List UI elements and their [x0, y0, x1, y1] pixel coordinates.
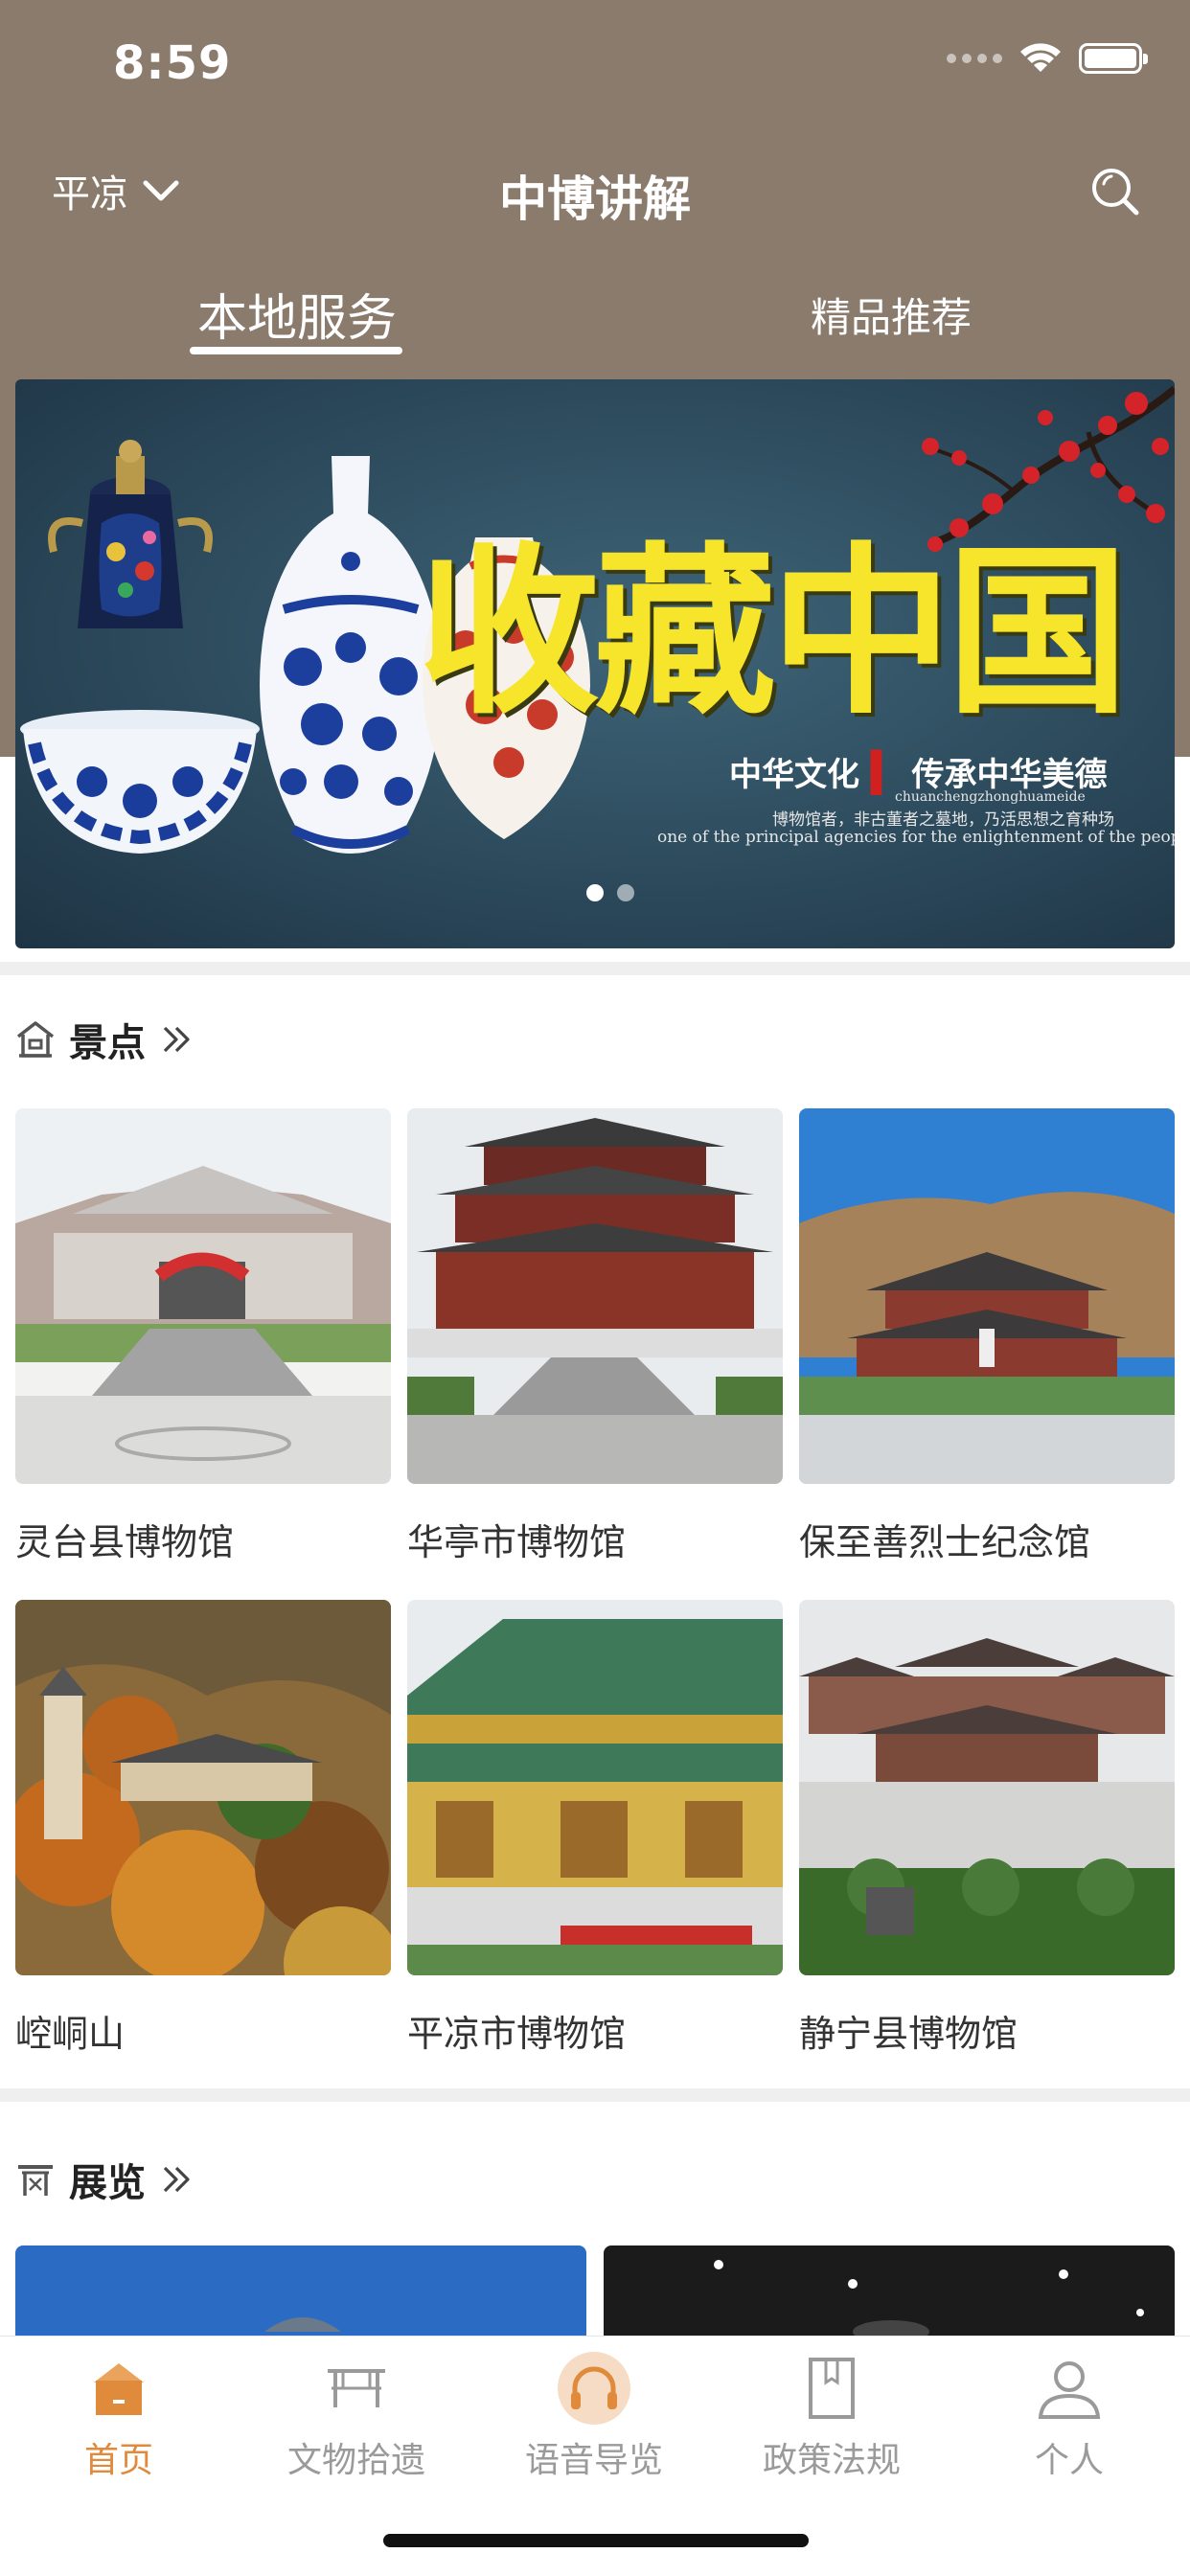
carousel-dot[interactable] [617, 884, 634, 901]
scenic-photo [799, 1108, 1175, 1484]
gate-icon [18, 2165, 53, 2196]
scenic-name: 华亭市博物馆 [407, 1521, 627, 1563]
scenic-section-header[interactable]: 景点 [15, 1012, 194, 1067]
status-bar: 8:59 [0, 0, 1190, 134]
banner-chinese-line: 博物馆者，非古董者之墓地，乃活思想之育种场 [772, 810, 1114, 830]
scenic-photo [15, 1108, 391, 1484]
exhibition-card[interactable] [15, 2245, 586, 2341]
scenic-name: 崆峒山 [15, 2013, 126, 2055]
tabbar-label: 个人 [1034, 2441, 1104, 2480]
pavilion-icon [16, 1021, 55, 1058]
artifact-cart-icon [328, 2369, 385, 2407]
status-icons [947, 42, 1148, 75]
home-icon [94, 2363, 144, 2415]
scenic-card[interactable]: 华亭市博物馆 [407, 1108, 783, 1565]
exhibition-card[interactable] [604, 2245, 1175, 2341]
person-icon [1038, 2361, 1101, 2419]
signal-icon [947, 54, 1002, 63]
top-tabs: 本地服务 精品推荐 [0, 278, 1190, 364]
scenic-photo [799, 1600, 1175, 1975]
document-icon [809, 2358, 855, 2419]
tab-local-services[interactable]: 本地服务 [197, 278, 397, 350]
double-chevron-right-icon[interactable] [159, 1022, 194, 1057]
exhibition-photo [604, 2245, 1175, 2341]
scenic-card[interactable]: 保至善烈士纪念馆 [799, 1108, 1175, 1565]
section-divider [0, 962, 1190, 975]
app-title: 中博讲解 [499, 171, 691, 227]
status-time: 8:59 [113, 36, 232, 90]
exhibition-section-header[interactable]: 展览 [15, 2152, 194, 2207]
home-indicator[interactable] [383, 2534, 809, 2547]
tabbar-label: 政策法规 [762, 2441, 901, 2480]
scenic-name: 灵台县博物馆 [15, 1521, 235, 1563]
double-chevron-right-icon[interactable] [159, 2162, 194, 2197]
scenic-card[interactable]: 灵台县博物馆 [15, 1108, 391, 1565]
banner-pinyin: chuanchengzhonghuameide [895, 789, 1086, 805]
scenic-photo [407, 1108, 783, 1484]
banner-carousel[interactable]: 收藏中国 中华文化 ▍ 传承中华美德 chuanchengzhonghuamei… [15, 379, 1175, 948]
section-divider [0, 2088, 1190, 2102]
tab-recommended[interactable]: 精品推荐 [811, 285, 972, 344]
wifi-icon [1020, 43, 1061, 72]
scenic-card[interactable]: 崆峒山 [15, 1600, 391, 2057]
scenic-name: 静宁县博物馆 [799, 2013, 1018, 2055]
banner-english-line: one of the principal agencies for the en… [657, 828, 1175, 847]
scenic-photo [407, 1600, 783, 1975]
scenic-photo [15, 1600, 391, 1975]
scenic-card[interactable]: 静宁县博物馆 [799, 1600, 1175, 2057]
exhibition-photo [15, 2245, 586, 2341]
top-nav: 平凉 中博讲解 [0, 144, 1190, 239]
exhibition-section-title: 展览 [69, 2161, 146, 2205]
scenic-section-title: 景点 [69, 1021, 146, 1065]
banner-title: 收藏中国 [418, 525, 1129, 739]
banner-slogan: 中华文化 ▍ 传承中华美德 [729, 748, 1107, 795]
headphones-icon [558, 2352, 630, 2425]
scenic-name: 保至善烈士纪念馆 [799, 1521, 1091, 1563]
carousel-pagination [586, 884, 634, 901]
scenic-name: 平凉市博物馆 [407, 2013, 627, 2055]
active-tab-indicator [190, 347, 402, 354]
scenic-card[interactable]: 平凉市博物馆 [407, 1600, 783, 2057]
tabbar-label: 语音导览 [524, 2441, 663, 2480]
search-icon[interactable] [1087, 163, 1144, 220]
banner-slogan-left: 中华文化 [729, 756, 859, 794]
tabbar-label: 首页 [83, 2441, 153, 2480]
banner-slogan-right: 传承中华美德 [911, 756, 1108, 794]
exhibition-list [15, 2245, 1175, 2341]
tabbar-label: 文物拾遗 [286, 2441, 425, 2480]
carousel-dot-active[interactable] [586, 884, 604, 901]
battery-icon [1079, 43, 1148, 74]
